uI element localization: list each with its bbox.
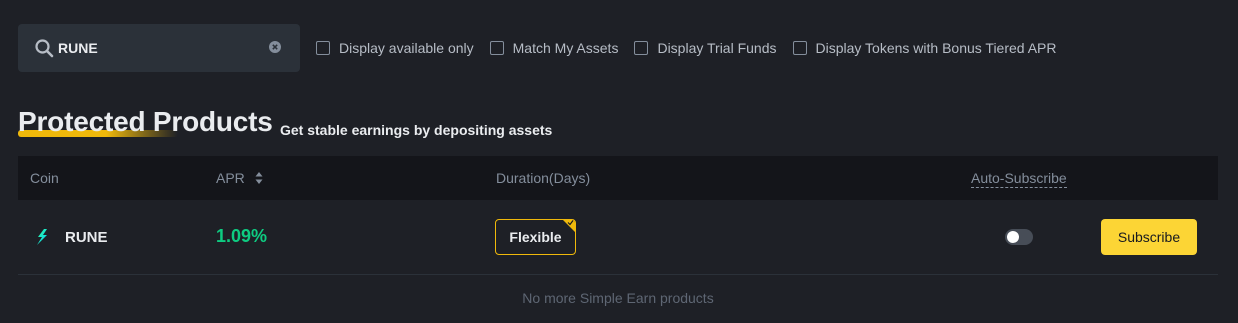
checkbox[interactable]	[316, 41, 330, 55]
section-title: Protected Products	[18, 104, 273, 140]
filter-label: Display Tokens with Bonus Tiered APR	[815, 40, 1057, 56]
simple-earn-page: Display available only Match My Assets D…	[0, 0, 1238, 323]
toggle-knob	[1007, 231, 1019, 243]
no-more-products-message: No more Simple Earn products	[522, 290, 714, 306]
column-header-apr-label: APR	[216, 170, 245, 186]
search-icon	[35, 39, 54, 58]
checkbox[interactable]	[634, 41, 649, 55]
column-header-coin: Coin	[30, 170, 59, 186]
coin-search-box[interactable]	[18, 24, 300, 72]
section-subtitle: Get stable earnings by depositing assets	[280, 122, 553, 138]
filter-options: Display available only Match My Assets D…	[316, 38, 1072, 58]
filter-label: Match My Assets	[512, 40, 619, 56]
thorchain-rune-icon	[37, 229, 47, 245]
coin-cell: RUNE	[32, 227, 108, 247]
apr-value: 1.09%	[216, 226, 268, 246]
auto-subscribe-toggle[interactable]	[1005, 229, 1033, 245]
products-table-header: Coin APR Duration(Days) Auto-Subscribe	[18, 156, 1218, 200]
coin-name: RUNE	[65, 228, 108, 246]
filter-match-my-assets[interactable]: Match My Assets	[489, 40, 619, 56]
section-title-text: Protected Products	[18, 106, 273, 137]
filter-label: Display Trial Funds	[657, 40, 777, 56]
duration-label: Flexible	[509, 229, 562, 245]
filter-bonus-tiered-apr[interactable]: Display Tokens with Bonus Tiered APR	[792, 40, 1057, 56]
checkbox[interactable]	[489, 41, 504, 55]
section-heading: Protected Products	[18, 104, 273, 140]
clear-icon[interactable]	[269, 41, 281, 53]
filter-label: Display available only	[339, 40, 474, 56]
column-header-apr[interactable]: APR	[216, 170, 263, 186]
column-header-auto-subscribe[interactable]: Auto-Subscribe	[971, 170, 1067, 188]
duration-option-flexible[interactable]: Flexible	[495, 219, 576, 255]
table-row: RUNE 1.09% Flexible Subscribe	[18, 200, 1218, 275]
column-header-duration: Duration(Days)	[496, 170, 591, 186]
check-corner-icon	[567, 220, 574, 226]
search-input[interactable]	[58, 36, 268, 60]
filter-display-trial-funds[interactable]: Display Trial Funds	[634, 40, 777, 56]
checkbox[interactable]	[792, 41, 807, 55]
filter-display-available-only[interactable]: Display available only	[316, 40, 474, 56]
sort-icon[interactable]	[255, 171, 263, 185]
subscribe-button[interactable]: Subscribe	[1101, 219, 1197, 255]
